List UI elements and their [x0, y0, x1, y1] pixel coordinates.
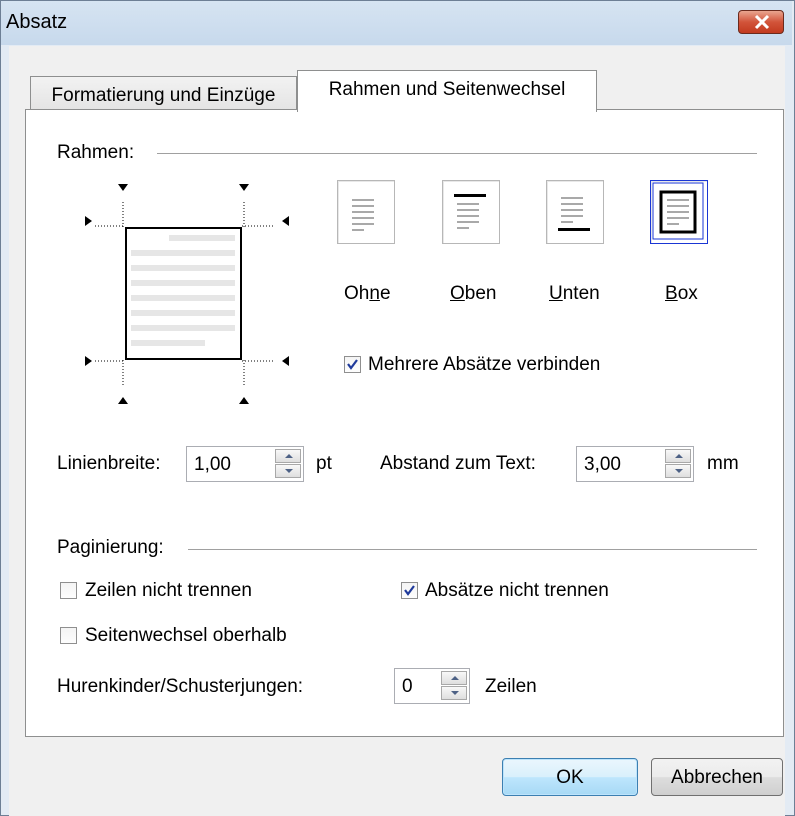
label-unten-suffix: nten: [562, 283, 600, 304]
paginierung-group-divider: [188, 549, 757, 550]
label-oben: Oben: [450, 283, 496, 305]
label-unten-mnemonic: U: [549, 283, 563, 304]
line-width-unit: pt: [316, 453, 332, 474]
close-icon: [754, 14, 770, 30]
cancel-button-label: Abbrechen: [671, 767, 763, 788]
arrow-up-icon: [285, 454, 293, 458]
checkmark-icon: [347, 359, 358, 370]
merge-paragraphs-label: Mehrere Absätze verbinden: [368, 354, 601, 375]
text-distance-stepper[interactable]: 3,00: [576, 446, 694, 482]
keep-paragraphs-checkbox[interactable]: [401, 582, 418, 599]
arrow-down-icon: [451, 691, 459, 695]
arrow-up-icon: [675, 454, 683, 458]
keep-paragraphs-label: Absätze nicht trennen: [425, 580, 609, 601]
rahmen-group-divider: [157, 153, 757, 154]
text-distance-unit: mm: [707, 453, 739, 474]
label-oben-mnemonic: O: [450, 283, 465, 304]
line-width-stepper[interactable]: 1,00: [186, 446, 304, 482]
widows-spinner[interactable]: [441, 671, 467, 701]
rahmen-group-label: Rahmen:: [57, 142, 135, 163]
paginierung-group-label: Paginierung:: [57, 537, 164, 558]
tab-formatierung-label: Formatierung und Einzüge: [51, 85, 276, 106]
border-style-ohne[interactable]: [337, 180, 395, 244]
ok-button[interactable]: OK: [502, 758, 638, 796]
text-distance-spinner[interactable]: [665, 449, 691, 479]
border-top-icon: [454, 194, 486, 229]
border-preview[interactable]: [83, 182, 291, 410]
border-style-box[interactable]: [650, 180, 708, 244]
text-distance-value: 3,00: [584, 454, 621, 475]
tab-formatierung[interactable]: Formatierung und Einzüge: [30, 76, 297, 110]
spin-down-button[interactable]: [665, 464, 691, 478]
spin-down-button[interactable]: [441, 686, 467, 700]
keep-lines-checkbox[interactable]: [60, 582, 77, 599]
border-preview-graphic: [85, 184, 289, 404]
border-bottom-icon: [558, 197, 590, 231]
page-break-before-checkbox[interactable]: [60, 627, 77, 644]
arrow-up-icon: [451, 676, 459, 680]
label-ohne-prefix: Oh: [344, 283, 370, 304]
spin-up-button[interactable]: [441, 671, 467, 685]
label-oben-suffix: ben: [464, 283, 497, 304]
widows-stepper[interactable]: 0: [394, 668, 470, 704]
line-width-value: 1,00: [194, 454, 231, 475]
label-unten: Unten: [549, 283, 600, 305]
label-box-mnemonic: B: [665, 283, 678, 304]
spin-up-button[interactable]: [275, 449, 301, 463]
close-button[interactable]: [738, 10, 784, 34]
text-distance-label: Abstand zum Text:: [380, 453, 536, 474]
widows-value: 0: [402, 676, 413, 697]
checkmark-icon: [404, 585, 415, 596]
tab-rahmen[interactable]: Rahmen und Seitenwechsel: [297, 70, 597, 112]
label-ohne-suffix: e: [379, 283, 391, 304]
tab-rahmen-label: Rahmen und Seitenwechsel: [328, 79, 566, 100]
border-style-unten[interactable]: [546, 180, 604, 244]
window-title: Absatz: [6, 11, 68, 33]
cancel-button[interactable]: Abbrechen: [651, 758, 783, 796]
ok-button-label: OK: [556, 767, 584, 788]
border-style-oben[interactable]: [442, 180, 500, 244]
label-ohne: Ohne: [344, 283, 391, 305]
label-box-suffix: ox: [677, 283, 698, 304]
widows-unit: Zeilen: [485, 676, 537, 697]
label-ohne-mnemonic: n: [369, 283, 380, 304]
spin-down-button[interactable]: [275, 464, 301, 478]
title-bar: [1, 1, 792, 45]
label-box: Box: [665, 283, 698, 305]
page-break-before-label: Seitenwechsel oberhalb: [85, 625, 287, 646]
keep-lines-label: Zeilen nicht trennen: [85, 580, 252, 601]
line-width-spinner[interactable]: [275, 449, 301, 479]
merge-paragraphs-checkbox[interactable]: [344, 356, 361, 373]
spin-up-button[interactable]: [665, 449, 691, 463]
border-none-icon: [352, 199, 374, 231]
border-box-icon: [652, 182, 704, 240]
arrow-down-icon: [285, 469, 293, 473]
line-width-label: Linienbreite:: [57, 453, 161, 474]
widows-label: Hurenkinder/Schusterjungen:: [57, 676, 304, 697]
arrow-down-icon: [675, 469, 683, 473]
